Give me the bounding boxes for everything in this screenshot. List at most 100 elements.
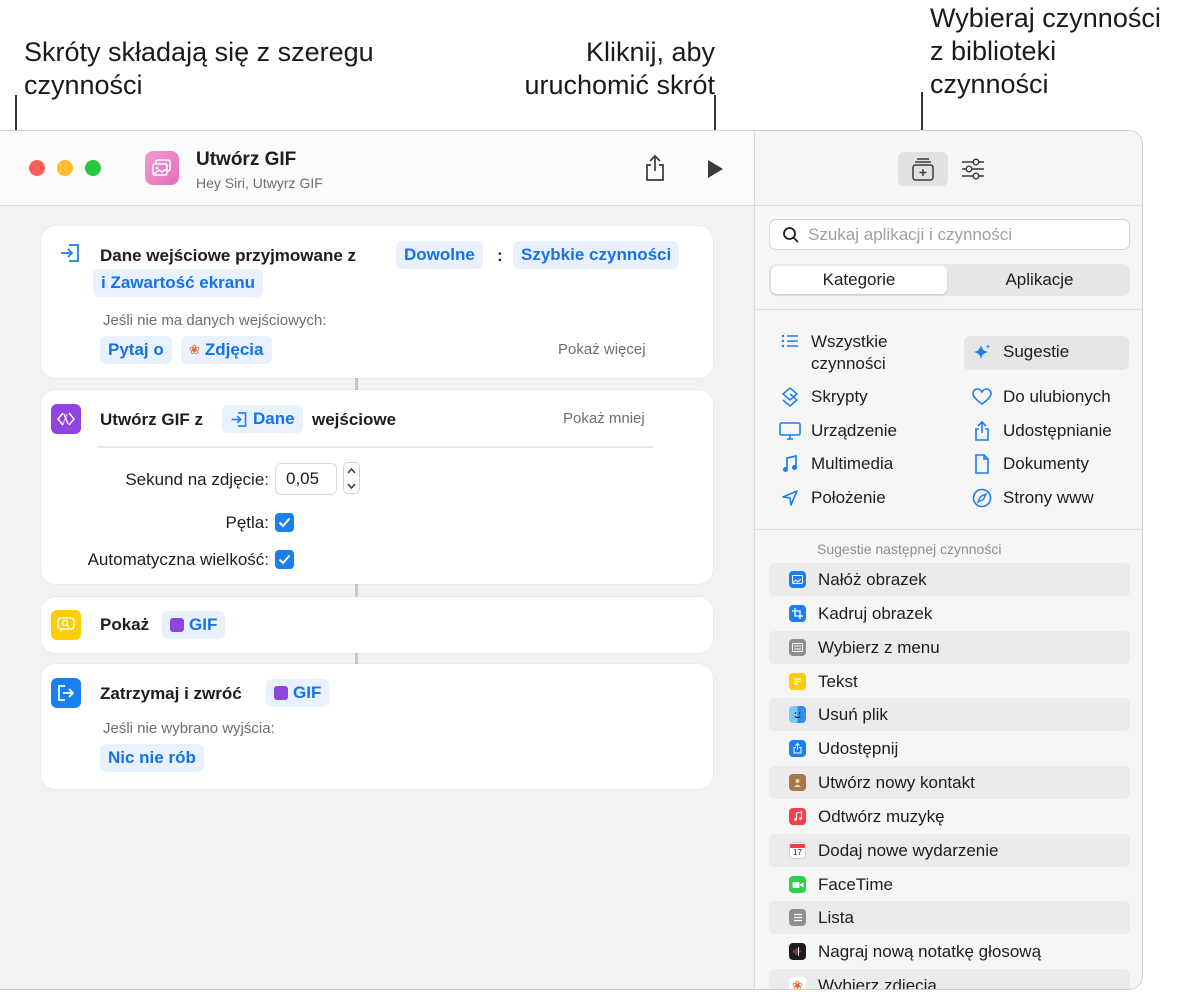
- seconds-per-photo-value: 0,05: [286, 469, 320, 488]
- music-icon: [789, 808, 806, 825]
- checkmark-icon: [278, 517, 291, 528]
- overlay-image-icon: [789, 571, 806, 588]
- share-button[interactable]: [640, 151, 670, 185]
- suggestion-row[interactable]: 17 Dodaj nowe wydarzenie: [769, 834, 1130, 867]
- run-button[interactable]: [702, 157, 728, 181]
- play-icon: [708, 160, 723, 178]
- suggestion-label: Tekst: [818, 671, 858, 691]
- location-arrow-icon: [779, 489, 801, 507]
- document-icon: [971, 454, 993, 474]
- action-make-gif[interactable]: Utwórz GIF z Dane wejściowe Pokaż mniej …: [41, 390, 713, 584]
- checkmark-icon: [278, 554, 291, 565]
- category-location-label: Położenie: [811, 488, 886, 507]
- suggestions-header: Sugestie następnej czynności: [817, 541, 1002, 557]
- suggestion-row[interactable]: Wybierz z menu: [769, 631, 1130, 664]
- callout-library-line3: czynności: [930, 69, 1049, 99]
- show-less-button[interactable]: Pokaż mniej: [563, 410, 645, 427]
- titlebar: Utwórz GIF Hey Siri, Utwyrz GIF: [0, 131, 754, 206]
- category-favorites[interactable]: Do ulubionych: [971, 387, 1111, 407]
- chevron-down-icon: [347, 483, 356, 490]
- calendar-icon-day: 17: [793, 847, 802, 857]
- category-sharing-label: Udostępnianie: [1003, 421, 1112, 440]
- category-media-label: Multimedia: [811, 454, 894, 473]
- loop-checkbox[interactable]: [275, 513, 294, 532]
- suggestion-row[interactable]: Usuń plik: [769, 698, 1130, 731]
- shortcut-photo-icon[interactable]: [145, 151, 179, 185]
- category-documents[interactable]: Dokumenty: [971, 454, 1089, 474]
- photos-token[interactable]: ❀ Zdjęcia: [181, 336, 272, 364]
- suggestion-label: Kadruj obrazek: [818, 603, 933, 623]
- action-connector: [355, 584, 358, 597]
- suggestion-row[interactable]: ❀ Wybierz zdjęcia: [769, 969, 1130, 989]
- details-button[interactable]: [958, 155, 988, 183]
- callout-actions-line1: Skróty składają się z szeregu: [24, 37, 374, 67]
- action-connector: [355, 653, 358, 664]
- suggestion-row[interactable]: FaceTime: [769, 868, 1130, 901]
- shortcuts-window: Utwórz GIF Hey Siri, Utwyrz GIF Dane wej…: [0, 130, 1143, 990]
- action-receive-input[interactable]: Dane wejściowe przyjmowane z Dowolne : S…: [41, 226, 713, 378]
- action-library-button[interactable]: [898, 152, 948, 186]
- input-sources-token-line1[interactable]: Szybkie czynności: [513, 241, 680, 269]
- calendar-icon: 17: [789, 842, 806, 859]
- show-result-icon: [51, 610, 81, 640]
- suggestion-row[interactable]: Nagraj nową notatkę głosową: [769, 935, 1130, 968]
- suggestion-row[interactable]: Kadruj obrazek: [769, 597, 1130, 630]
- library-search-input[interactable]: Szukaj aplikacji i czynności: [769, 219, 1130, 250]
- input-sources-token-line2[interactable]: i Zawartość ekranu: [93, 269, 264, 297]
- zoom-window-button[interactable]: [85, 160, 101, 176]
- no-output-label: Jeśli nie wybrano wyjścia:: [103, 720, 275, 737]
- category-web[interactable]: Strony www: [971, 488, 1094, 508]
- ask-for-token[interactable]: Pytaj o: [100, 336, 172, 364]
- list-icon: [779, 333, 801, 349]
- seconds-per-photo-label: Sekund na zdjęcie:: [125, 470, 269, 489]
- show-gif-token[interactable]: GIF: [162, 611, 226, 639]
- library-titlebar: [755, 131, 1142, 206]
- category-location[interactable]: Położenie: [779, 488, 886, 508]
- close-window-button[interactable]: [29, 160, 45, 176]
- library-segmented-control: Kategorie Aplikacje: [769, 264, 1130, 296]
- show-more-button[interactable]: Pokaż więcej: [558, 341, 646, 358]
- photos-icon: ❀: [189, 342, 200, 357]
- suggestion-row[interactable]: Lista: [769, 901, 1130, 934]
- callout-actions: Skróty składają się z szeregu czynności: [24, 36, 374, 102]
- autosize-checkbox[interactable]: [275, 550, 294, 569]
- voice-memo-icon: [789, 943, 806, 960]
- category-all-actions[interactable]: Wszystkie czynności: [779, 331, 888, 375]
- input-type-token[interactable]: Dowolne: [396, 241, 483, 269]
- tab-categories[interactable]: Kategorie: [771, 266, 947, 294]
- suggestion-label: Usuń plik: [818, 704, 888, 724]
- make-gif-icon: [51, 404, 81, 434]
- suggestion-row[interactable]: Tekst: [769, 665, 1130, 698]
- action-show[interactable]: Pokaż GIF: [41, 597, 713, 653]
- callout-library-line2: z biblioteki: [930, 36, 1057, 66]
- category-suggestions-label: Sugestie: [1003, 342, 1070, 361]
- category-media[interactable]: Multimedia: [779, 454, 893, 474]
- shortcut-title[interactable]: Utwórz GIF: [196, 149, 296, 171]
- share-icon: [971, 421, 993, 441]
- input-action-title: Dane wejściowe przyjmowane z: [100, 246, 357, 265]
- stop-gif-token[interactable]: GIF: [266, 679, 330, 707]
- do-nothing-token[interactable]: Nic nie rób: [100, 744, 204, 772]
- do-nothing-label: Nic nie rób: [108, 748, 196, 767]
- suggestion-row[interactable]: Udostępnij: [769, 732, 1130, 765]
- tab-apps[interactable]: Aplikacje: [951, 266, 1128, 294]
- seconds-stepper[interactable]: [343, 462, 360, 494]
- suggestion-row[interactable]: Utwórz nowy kontakt: [769, 766, 1130, 799]
- gif-icon: [170, 618, 184, 632]
- suggestion-row[interactable]: Nałóż obrazek: [769, 563, 1130, 596]
- finder-icon: [789, 706, 806, 723]
- category-scripts[interactable]: Skrypty: [779, 387, 868, 407]
- action-stop-and-output[interactable]: Zatrzymaj i zwróć GIF Jeśli nie wybrano …: [41, 664, 713, 789]
- stop-output-icon: [51, 678, 81, 708]
- callout-run-line1: Kliknij, aby: [585, 37, 715, 67]
- category-device[interactable]: Urządzenie: [779, 421, 897, 441]
- minimize-window-button[interactable]: [57, 160, 73, 176]
- category-scripts-label: Skrypty: [811, 387, 868, 406]
- category-web-label: Strony www: [1003, 488, 1094, 507]
- category-sharing[interactable]: Udostępnianie: [971, 421, 1112, 441]
- contacts-icon: [789, 774, 806, 791]
- seconds-per-photo-field[interactable]: 0,05: [275, 463, 337, 495]
- suggestion-row[interactable]: Odtwórz muzykę: [769, 800, 1130, 833]
- list-icon: [789, 909, 806, 926]
- input-variable-token[interactable]: Dane: [222, 405, 303, 433]
